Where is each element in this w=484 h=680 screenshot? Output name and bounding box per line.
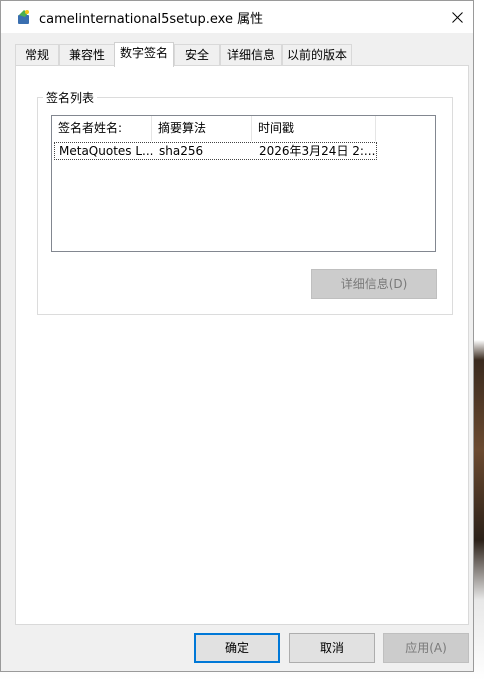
column-header-digest[interactable]: 摘要算法	[152, 116, 252, 141]
cancel-button[interactable]: 取消	[289, 633, 375, 663]
details-button[interactable]: 详细信息(D)	[311, 269, 437, 299]
tab-details[interactable]: 详细信息	[220, 44, 282, 65]
tab-digital-signatures[interactable]: 数字签名	[114, 42, 174, 67]
installer-app-icon	[18, 10, 29, 24]
window-title: camelinternational5setup.exe 属性	[39, 12, 264, 27]
close-button[interactable]	[441, 1, 473, 33]
tab-compatibility[interactable]: 兼容性	[59, 44, 115, 65]
column-header-signer[interactable]: 签名者姓名:	[52, 116, 152, 141]
signature-list-group: 签名列表 签名者姓名: 摘要算法 时间戳 MetaQuotes L... sha…	[37, 89, 453, 315]
ok-button[interactable]: 确定	[194, 633, 280, 663]
apply-button[interactable]: 应用(A)	[383, 633, 469, 663]
tab-page-digital-signatures: 签名列表 签名者姓名: 摘要算法 时间戳 MetaQuotes L... sha…	[15, 65, 469, 625]
column-header-timestamp[interactable]: 时间戳	[252, 116, 376, 141]
signature-list-label: 签名列表	[43, 89, 98, 106]
tab-security[interactable]: 安全	[174, 44, 220, 65]
properties-dialog: camelinternational5setup.exe 属性 常规 兼容性 数…	[0, 0, 474, 672]
timestamp-cell: 2026年3月24日 2:...	[259, 144, 376, 158]
digest-algorithm-cell: sha256	[159, 144, 204, 158]
title-bar[interactable]: camelinternational5setup.exe 属性	[1, 1, 473, 33]
tab-previous-versions[interactable]: 以前的版本	[282, 44, 352, 65]
tab-strip: 常规 兼容性 数字签名 安全 详细信息 以前的版本	[15, 42, 459, 67]
signature-row[interactable]: MetaQuotes L... sha256 2026年3月24日 2:...	[54, 142, 377, 160]
close-icon	[451, 11, 463, 23]
tab-general[interactable]: 常规	[15, 44, 59, 65]
signature-listview[interactable]: 签名者姓名: 摘要算法 时间戳 MetaQuotes L... sha256 2…	[51, 115, 436, 252]
signer-name-cell: MetaQuotes L...	[59, 144, 154, 158]
